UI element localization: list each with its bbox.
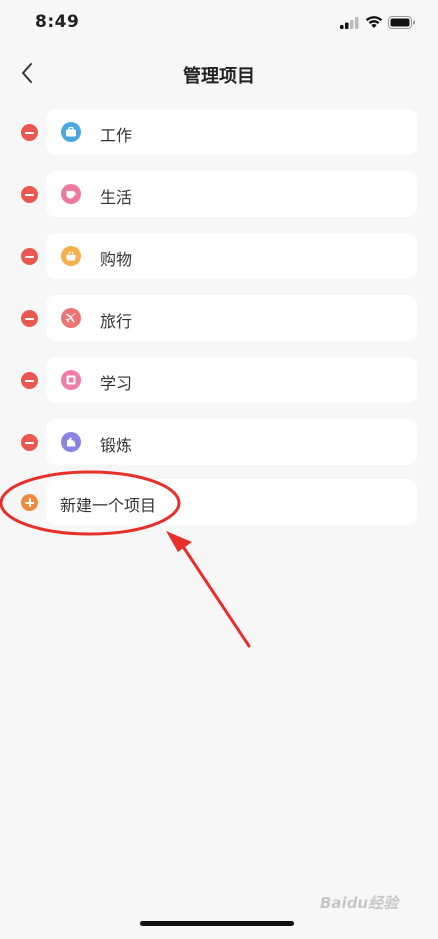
list-item-work: 工作 xyxy=(0,109,438,155)
new-item-label: 新建一个项目 xyxy=(60,496,157,515)
plus-icon[interactable] xyxy=(21,494,38,511)
item-card[interactable]: 学习 xyxy=(46,357,417,403)
cellular-signal-icon xyxy=(340,17,359,29)
item-list: 工作 生活 购物 旅行 学习 锻炼 xyxy=(0,109,438,481)
remove-item-button[interactable] xyxy=(21,186,38,203)
remove-item-button[interactable] xyxy=(21,124,38,141)
status-bar: 8:49 xyxy=(0,0,438,46)
list-item-shopping: 购物 xyxy=(0,233,438,279)
briefcase-icon xyxy=(61,122,81,142)
annotation-arrow xyxy=(166,531,251,648)
remove-item-button[interactable] xyxy=(21,248,38,265)
remove-item-button[interactable] xyxy=(21,434,38,451)
remove-item-button[interactable] xyxy=(21,372,38,389)
item-label: 生活 xyxy=(100,188,133,207)
item-label: 购物 xyxy=(100,250,133,269)
list-item-life: 生活 xyxy=(0,171,438,217)
item-label: 锻炼 xyxy=(100,436,133,455)
coffee-cup-icon xyxy=(61,184,81,204)
item-card[interactable]: 工作 xyxy=(46,109,417,155)
new-item-button[interactable]: 新建一个项目 xyxy=(46,479,417,525)
watermark: Baidu经验 xyxy=(320,894,399,912)
list-item-exercise: 锻炼 xyxy=(0,419,438,465)
remove-item-button[interactable] xyxy=(21,310,38,327)
book-icon xyxy=(61,370,81,390)
nav-bar: 管理项目 xyxy=(0,50,438,96)
add-item-row: 新建一个项目 xyxy=(0,479,438,525)
item-card[interactable]: 购物 xyxy=(46,233,417,279)
item-card[interactable]: 生活 xyxy=(46,171,417,217)
airplane-icon xyxy=(61,308,81,328)
shopping-basket-icon xyxy=(61,246,81,266)
page-title: 管理项目 xyxy=(183,66,255,87)
status-time: 8:49 xyxy=(35,12,80,32)
dumbbell-arm-icon xyxy=(61,432,81,452)
list-item-travel: 旅行 xyxy=(0,295,438,341)
item-label: 旅行 xyxy=(100,312,133,331)
item-label: 工作 xyxy=(100,126,133,145)
item-card[interactable]: 锻炼 xyxy=(46,419,417,465)
wifi-icon xyxy=(365,16,383,28)
item-card[interactable]: 旅行 xyxy=(46,295,417,341)
item-label: 学习 xyxy=(100,374,133,393)
list-item-study: 学习 xyxy=(0,357,438,403)
battery-icon xyxy=(388,16,415,29)
home-indicator xyxy=(140,921,294,926)
